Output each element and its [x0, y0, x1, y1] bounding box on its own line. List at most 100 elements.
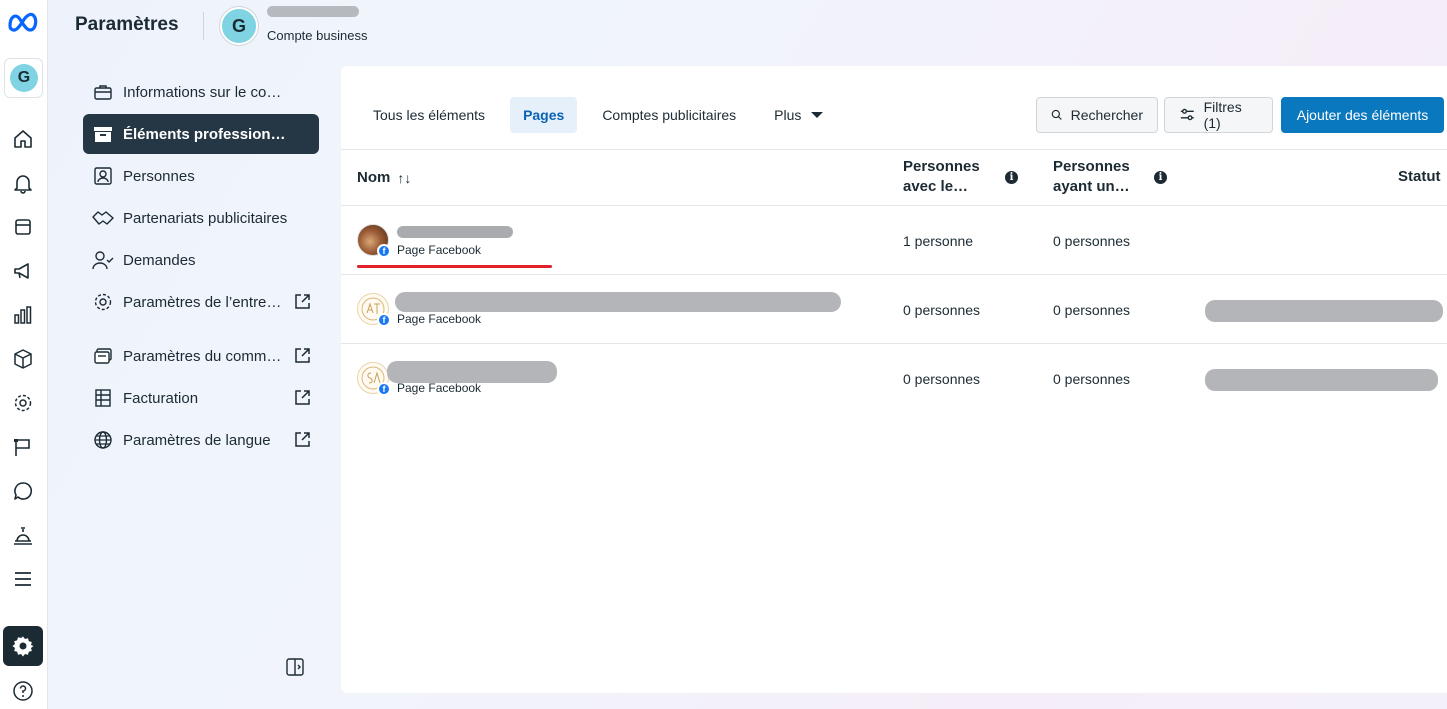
status-redacted	[1205, 369, 1438, 391]
assets-panel: Tous les éléments Pages Comptes publicit…	[341, 66, 1447, 693]
external-link-icon	[294, 347, 311, 364]
tab-more[interactable]: Plus	[761, 97, 836, 133]
archive-box-icon	[92, 123, 114, 145]
flag-icon[interactable]	[12, 436, 34, 458]
column-people-having-line2: ayant un…	[1053, 178, 1130, 195]
page-type: Page Facebook	[397, 381, 482, 395]
table-row[interactable]: f Page Facebook 0 personnes 0 personnes	[341, 344, 1447, 413]
nav-item-label: Partenariats publicitaires	[123, 209, 288, 227]
gear-icon[interactable]	[12, 392, 34, 414]
asset-tabs: Tous les éléments Pages Comptes publicit…	[360, 97, 848, 133]
nav-item-requests[interactable]: Demandes	[83, 240, 319, 280]
status-redacted	[1205, 300, 1443, 322]
filters-button[interactable]: Filtres (1)	[1164, 97, 1273, 133]
column-people-having[interactable]: Personnes ayant un…	[1053, 157, 1130, 197]
meta-logo-icon[interactable]	[6, 10, 42, 34]
megaphone-icon[interactable]	[12, 260, 34, 282]
chart-icon[interactable]	[12, 304, 34, 326]
nav-divider	[83, 324, 319, 336]
nav-item-business-assets[interactable]: Éléments professionnels	[83, 114, 319, 154]
nav-item-label: Paramètres de langue	[123, 431, 271, 449]
header-divider	[203, 12, 204, 40]
filters-button-label: Filtres (1)	[1203, 99, 1242, 131]
nav-item-billing[interactable]: Facturation	[83, 378, 319, 418]
people-having-count: 0 personnes	[1053, 302, 1131, 318]
people-with-count: 0 personnes	[903, 302, 981, 318]
sort-icon[interactable]: ↑↓	[397, 168, 411, 188]
menu-icon[interactable]	[12, 568, 34, 590]
business-avatar[interactable]: G	[220, 7, 258, 45]
column-people-with-line1: Personnes	[903, 158, 980, 175]
shop-icon	[92, 345, 114, 367]
table-row[interactable]: f Page Facebook 1 personne 0 personnes	[341, 206, 1447, 275]
page-name-redacted	[397, 226, 513, 238]
nav-item-ad-partnerships[interactable]: Partenariats publicitaires	[83, 198, 319, 238]
nav-item-label: Personnes	[123, 167, 195, 185]
nav-item-commerce-settings[interactable]: Paramètres du commerce	[83, 336, 319, 376]
facebook-icon: f	[377, 382, 391, 396]
app-rail: G	[0, 0, 48, 709]
nav-item-account-info[interactable]: Informations sur le compte	[83, 72, 319, 112]
nav-item-label: Éléments professionnels	[123, 125, 289, 143]
table-header: Nom ↑↓ Personnes avec le… i Personnes ay…	[341, 149, 1447, 206]
column-people-having-line1: Personnes	[1053, 158, 1130, 175]
info-icon[interactable]: i	[1005, 171, 1018, 184]
nav-item-label: Paramètres de l’entreprise	[123, 293, 289, 311]
chevron-down-icon	[811, 112, 824, 118]
nav-item-label: Paramètres du commerce	[123, 347, 289, 365]
nav-item-language-settings[interactable]: Paramètres de langue	[83, 420, 319, 460]
collapse-sidebar-icon[interactable]	[285, 657, 305, 677]
external-link-icon	[294, 431, 311, 448]
settings-nav: Informations sur le compte Éléments prof…	[83, 72, 319, 462]
page-name-redacted	[387, 361, 557, 383]
nav-item-people[interactable]: Personnes	[83, 156, 319, 196]
search-button[interactable]: Rechercher	[1036, 97, 1158, 133]
column-name-label: Nom	[357, 169, 391, 186]
chat-icon[interactable]	[12, 480, 34, 502]
people-having-count: 0 personnes	[1053, 371, 1131, 387]
billing-icon	[92, 387, 114, 409]
page-name-redacted	[395, 292, 841, 312]
facebook-icon: f	[377, 244, 391, 258]
column-people-with-line2: avec le…	[903, 178, 969, 195]
info-icon[interactable]: i	[1154, 171, 1167, 184]
table-row[interactable]: f Page Facebook 0 personnes 0 personnes	[341, 275, 1447, 344]
page-type: Page Facebook	[397, 312, 482, 326]
nav-item-label: Facturation	[123, 389, 199, 407]
service-bell-icon[interactable]	[12, 524, 34, 546]
nav-item-label: Informations sur le compte	[123, 83, 289, 101]
page-title: Paramètres	[75, 14, 179, 35]
gear-icon	[92, 291, 114, 313]
nav-item-label: Demandes	[123, 251, 196, 269]
highlight-underline	[357, 265, 552, 268]
tab-all-assets[interactable]: Tous les éléments	[360, 97, 498, 133]
people-icon	[92, 165, 114, 187]
box-icon[interactable]	[12, 348, 34, 370]
column-people-with[interactable]: Personnes avec le…	[903, 157, 980, 197]
page-type: Page Facebook	[397, 243, 482, 257]
search-button-label: Rechercher	[1070, 107, 1143, 123]
settings-gear-icon[interactable]	[3, 626, 43, 666]
add-assets-button[interactable]: Ajouter des éléments	[1281, 97, 1444, 133]
business-name-redacted	[267, 6, 359, 17]
account-avatar: G	[10, 64, 38, 92]
nav-item-business-settings[interactable]: Paramètres de l’entreprise	[83, 282, 319, 322]
globe-icon	[92, 429, 114, 451]
sliders-icon	[1180, 108, 1194, 121]
people-having-count: 0 personnes	[1053, 233, 1131, 249]
column-status[interactable]: Statut	[1398, 167, 1441, 187]
external-link-icon	[294, 293, 311, 310]
home-icon[interactable]	[12, 128, 34, 150]
account-switcher[interactable]: G	[4, 58, 43, 98]
people-with-count: 1 personne	[903, 233, 974, 249]
bell-icon[interactable]	[12, 172, 34, 194]
help-icon[interactable]	[12, 680, 34, 702]
search-icon	[1051, 109, 1062, 120]
pages-icon[interactable]	[12, 216, 34, 238]
people-with-count: 0 personnes	[903, 371, 981, 387]
briefcase-icon	[92, 81, 114, 103]
column-name[interactable]: Nom ↑↓	[357, 168, 411, 188]
person-check-icon	[92, 249, 114, 271]
tab-pages[interactable]: Pages	[510, 97, 578, 133]
tab-ad-accounts[interactable]: Comptes publicitaires	[589, 97, 749, 133]
